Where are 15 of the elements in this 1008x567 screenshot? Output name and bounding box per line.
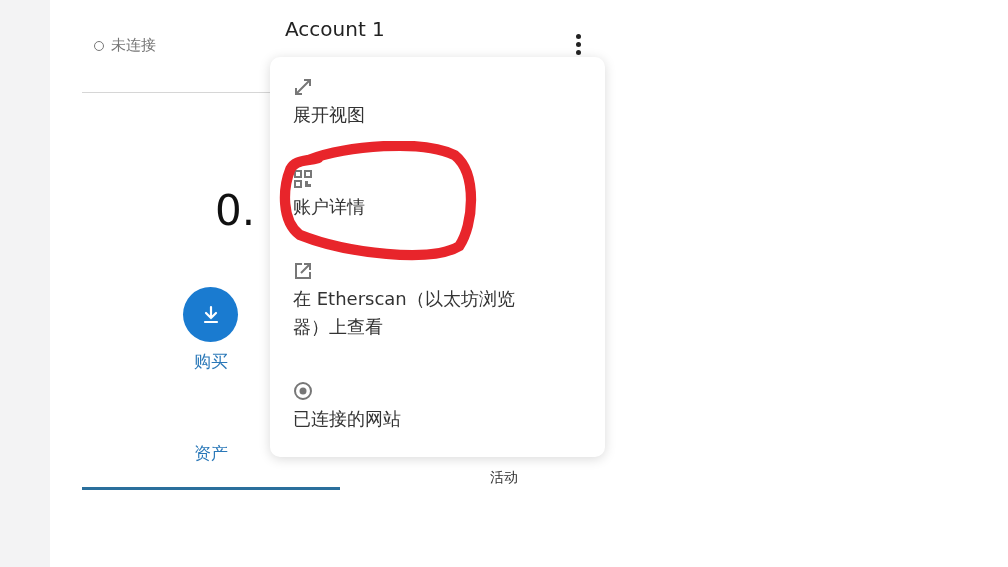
menu-item[interactable]: 展开视图: [293, 77, 565, 129]
menu-item[interactable]: 已连接的网站: [293, 381, 565, 433]
qr-code-icon: [293, 169, 313, 189]
connection-status: 未连接: [111, 36, 156, 55]
account-name[interactable]: Account 1: [285, 17, 385, 41]
external-link-icon: [293, 261, 313, 281]
menu-item[interactable]: 在 Etherscan（以太坊浏览器）上查看: [293, 261, 565, 341]
buy-label: 购买: [193, 350, 228, 373]
tab[interactable]: 活动: [490, 469, 518, 490]
expand-icon: [293, 77, 313, 97]
menu-item[interactable]: 账户详情: [293, 169, 565, 221]
radio-dot-icon: [293, 381, 313, 401]
balance-amount: 0.: [215, 186, 256, 236]
more-options-icon[interactable]: [574, 32, 583, 57]
buy-button[interactable]: [183, 287, 238, 342]
